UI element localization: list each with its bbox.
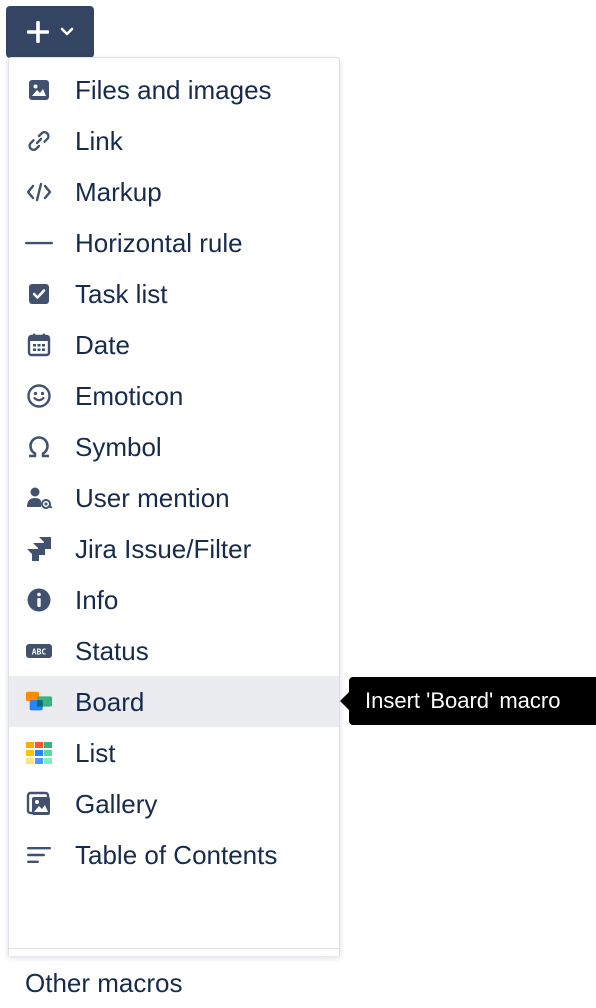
board-icon [25,688,53,716]
menu-item-list[interactable]: List [9,727,339,778]
tooltip-text: Insert 'Board' macro [365,688,561,713]
menu-item-label: Files and images [75,74,272,105]
omega-icon [25,433,53,461]
gallery-icon [25,790,53,818]
menu-item-symbol[interactable]: Symbol [9,421,339,472]
smiley-icon [25,382,53,410]
menu-item-label: Horizontal rule [75,227,243,258]
menu-item-label: Table of Contents [75,839,278,870]
menu-item-markup[interactable]: Markup [9,166,339,217]
menu-item-date[interactable]: Date [9,319,339,370]
menu-item-link[interactable]: Link [9,115,339,166]
link-icon [25,127,53,155]
other-macros-label: Other macros [25,968,183,998]
menu-item-board[interactable]: Board [9,676,339,727]
menu-divider [9,948,339,949]
menu-item-label: Gallery [75,788,158,819]
chevron-down-icon [60,27,74,36]
menu-item-label: Link [75,125,123,156]
plus-icon [27,21,49,43]
menu-item-label: Date [75,329,130,360]
menu-item-label: Jira Issue/Filter [75,533,252,564]
menu-item-label: Markup [75,176,162,207]
insert-button[interactable] [6,6,94,58]
info-icon [25,586,53,614]
checkbox-icon [25,280,53,308]
code-icon [25,178,53,206]
insert-menu: Files and images Link Markup Horizontal … [8,57,340,998]
insert-menu-list: Files and images Link Markup Horizontal … [9,64,339,880]
user-mention-icon [25,484,53,512]
menu-item-files-and-images[interactable]: Files and images [9,64,339,115]
menu-item-gallery[interactable]: Gallery [9,778,339,829]
jira-icon [25,535,53,563]
menu-item-label: Task list [75,278,168,309]
status-lozenge-icon: ABC [25,637,53,665]
svg-text:ABC: ABC [32,647,47,656]
menu-item-table-of-contents[interactable]: Table of Contents [9,829,339,880]
board-macro-tooltip: Insert 'Board' macro [349,677,596,725]
menu-item-info[interactable]: Info [9,574,339,625]
menu-item-status[interactable]: ABC Status [9,625,339,676]
menu-item-label: Status [75,635,149,666]
image-icon [25,76,53,104]
menu-item-task-list[interactable]: Task list [9,268,339,319]
menu-item-label: Info [75,584,119,615]
menu-item-label: Symbol [75,431,162,462]
toc-icon [25,841,53,869]
calendar-icon [25,331,53,359]
menu-item-label: List [75,737,116,768]
menu-item-label: Board [75,686,145,717]
list-grid-icon [25,739,53,767]
menu-item-horizontal-rule[interactable]: Horizontal rule [9,217,339,268]
menu-item-emoticon[interactable]: Emoticon [9,370,339,421]
menu-item-other-macros[interactable]: Other macros [9,958,339,1008]
menu-item-label: User mention [75,482,230,513]
horizontal-rule-icon [25,229,53,257]
menu-item-jira-issue-filter[interactable]: Jira Issue/Filter [9,523,339,574]
menu-item-user-mention[interactable]: User mention [9,472,339,523]
menu-item-label: Emoticon [75,380,184,411]
